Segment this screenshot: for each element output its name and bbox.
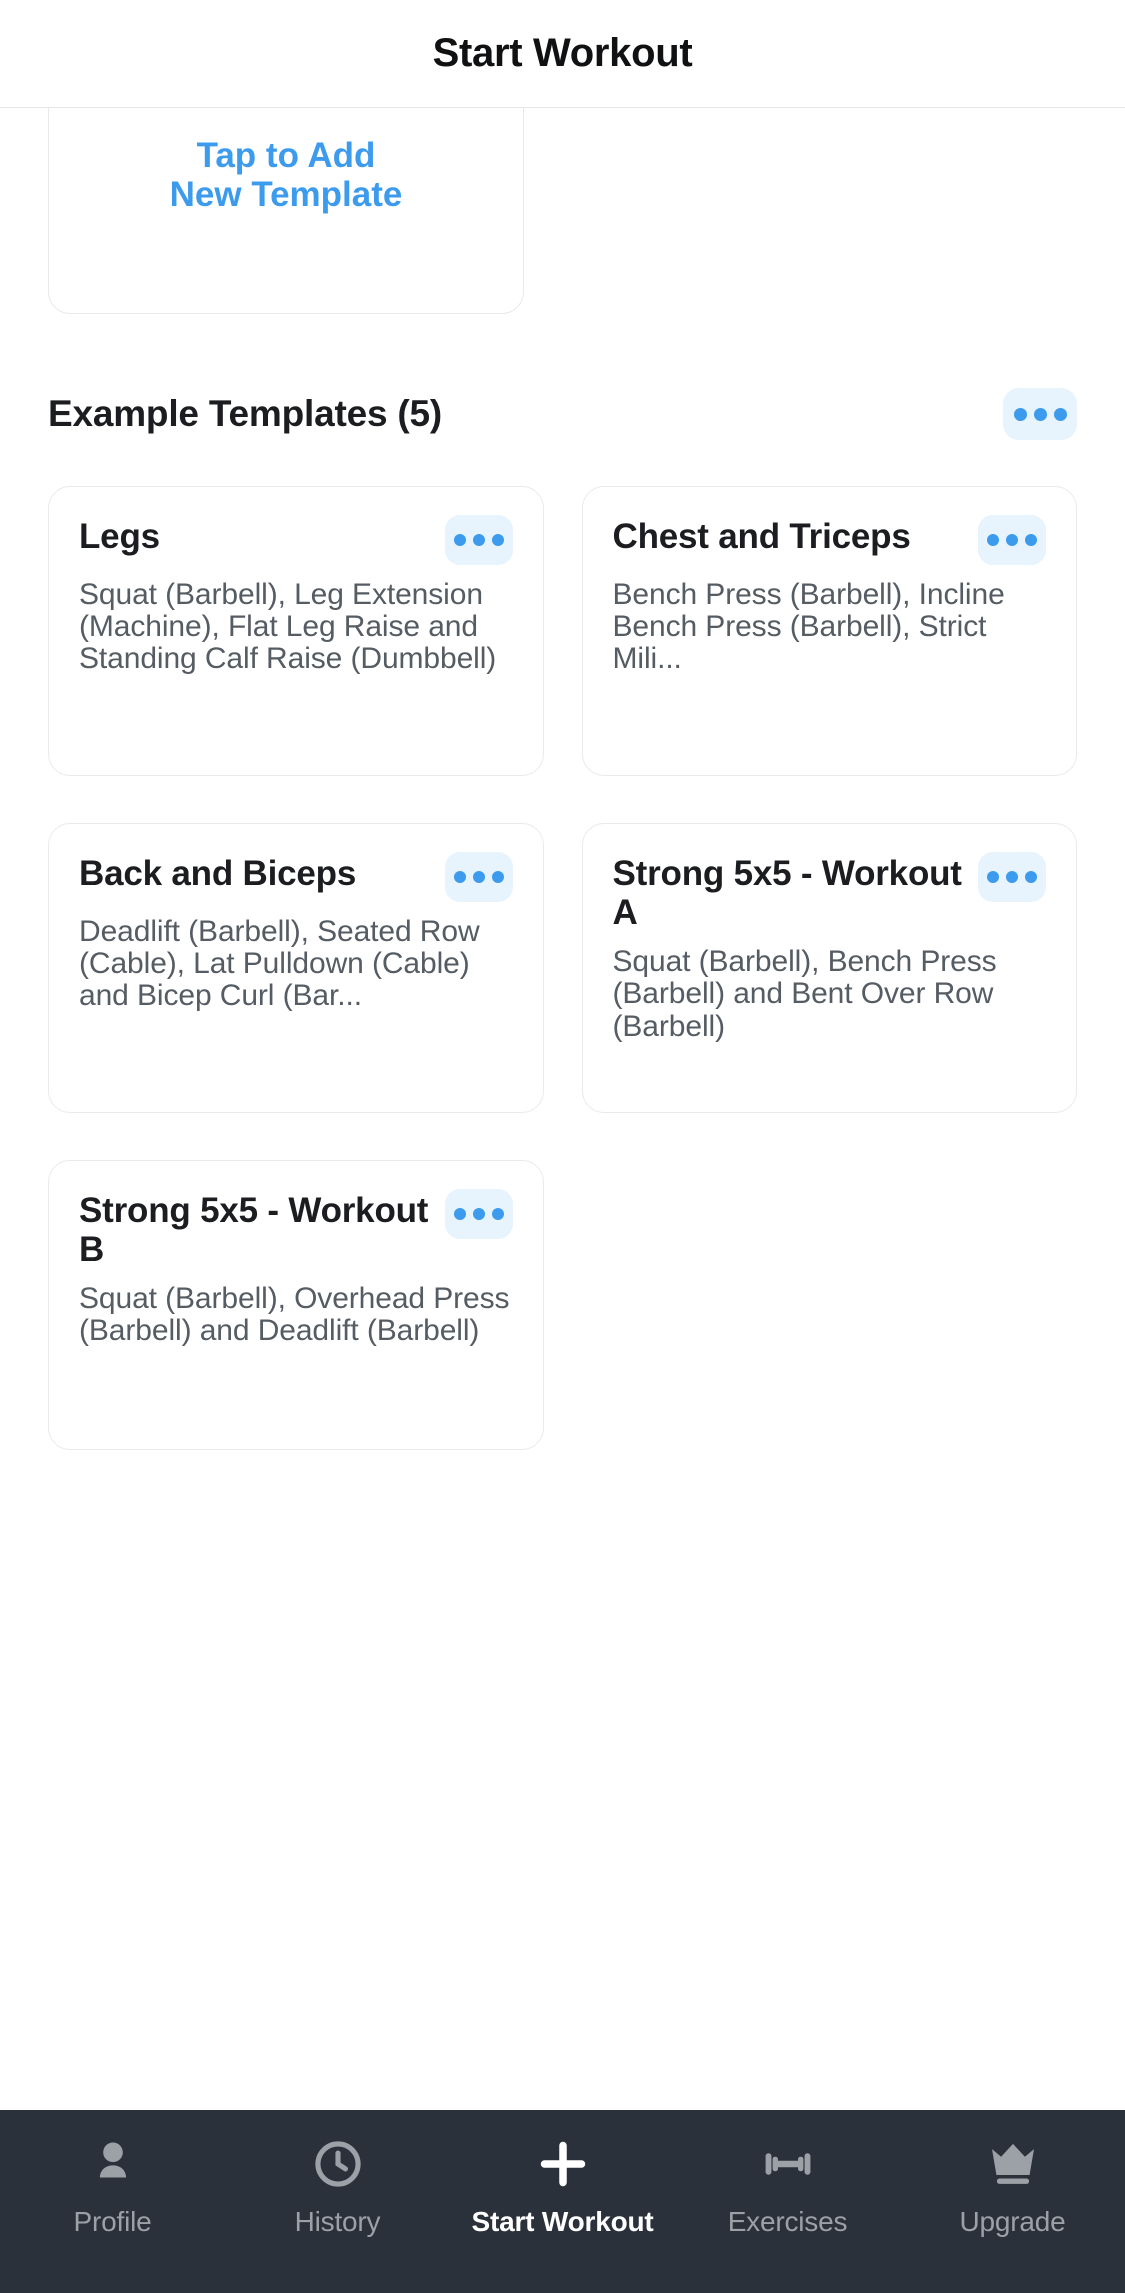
bottom-tab-bar: Profile History Start Workout Exercises … xyxy=(0,2110,1125,2293)
tab-upgrade[interactable]: Upgrade xyxy=(900,2132,1125,2238)
tab-label: History xyxy=(294,2206,381,2237)
template-name: Chest and Triceps xyxy=(612,517,911,556)
dot xyxy=(987,534,999,546)
template-exercises: Squat (Barbell), Bench Press (Barbell) a… xyxy=(612,945,997,1043)
template-card-header: Chest and Triceps xyxy=(612,515,1046,565)
template-exercises: Deadlift (Barbell), Seated Row (Cable), … xyxy=(79,915,480,1013)
dot xyxy=(453,1208,466,1220)
template-name: Strong 5x5 - Workout B xyxy=(79,1191,429,1270)
template-ellipsis-icon[interactable] xyxy=(978,515,1046,565)
dot xyxy=(491,871,504,883)
tab-exercises[interactable]: Exercises xyxy=(675,2132,900,2238)
dot xyxy=(453,871,466,883)
dumbbell-icon xyxy=(760,2132,816,2196)
template-card-strong-5x5-workout-b[interactable]: Strong 5x5 - Workout B Squat (Barbell), … xyxy=(48,1160,544,1450)
tab-label: Exercises xyxy=(727,2206,848,2237)
template-card-chest-and-triceps[interactable]: Chest and Triceps Bench Press (Barbell),… xyxy=(581,486,1077,776)
template-card-header: Strong 5x5 - Workout B xyxy=(79,1189,513,1269)
template-name: Back and Biceps xyxy=(79,854,357,893)
template-ellipsis-icon[interactable] xyxy=(444,1189,513,1239)
plus-icon xyxy=(533,2132,593,2196)
person-icon xyxy=(85,2132,141,2196)
template-card-legs[interactable]: Legs Squat (Barbell), Leg Extension (Mac… xyxy=(48,486,544,776)
tab-label: Start Workout xyxy=(471,2206,654,2237)
dot xyxy=(1033,407,1047,421)
templates-scroll-area[interactable]: Tap to Add New Template Example Template… xyxy=(0,108,1125,2110)
template-ellipsis-icon[interactable] xyxy=(444,852,513,902)
tab-label: Profile xyxy=(73,2206,152,2237)
section-ellipsis-icon[interactable] xyxy=(1003,388,1077,440)
dot xyxy=(1013,407,1027,421)
dot xyxy=(1025,871,1037,883)
start-workout-screen: Start Workout Tap to Add New Template Ex… xyxy=(0,0,1125,2293)
dot xyxy=(472,871,485,883)
add-new-template-card[interactable]: Tap to Add New Template xyxy=(48,108,524,314)
template-card-back-and-biceps[interactable]: Back and Biceps Deadlift (Barbell), Seat… xyxy=(48,823,544,1113)
template-ellipsis-icon[interactable] xyxy=(978,852,1046,902)
template-name: Legs xyxy=(79,517,160,556)
tab-label: Upgrade xyxy=(959,2206,1066,2237)
dot xyxy=(491,534,504,546)
dot xyxy=(472,534,485,546)
template-card-strong-5x5-workout-a[interactable]: Strong 5x5 - Workout A Squat (Barbell), … xyxy=(581,823,1077,1113)
dot xyxy=(472,1208,485,1220)
crown-icon xyxy=(985,2132,1041,2196)
dot xyxy=(1053,407,1067,421)
template-card-header: Back and Biceps xyxy=(79,852,513,902)
template-exercises: Bench Press (Barbell), Incline Bench Pre… xyxy=(612,578,1005,676)
template-exercises: Squat (Barbell), Leg Extension (Machine)… xyxy=(79,578,497,676)
template-grid: Legs Squat (Barbell), Leg Extension (Mac… xyxy=(48,486,1077,1450)
template-ellipsis-icon[interactable] xyxy=(444,515,513,565)
page-title: Start Workout xyxy=(432,31,693,75)
dot xyxy=(1025,534,1037,546)
add-new-template-label: Tap to Add New Template xyxy=(169,136,403,215)
dot xyxy=(453,534,466,546)
template-card-header: Strong 5x5 - Workout A xyxy=(612,852,1046,933)
tab-start-workout[interactable]: Start Workout xyxy=(450,2132,675,2238)
template-name: Strong 5x5 - Workout A xyxy=(612,854,962,933)
dot xyxy=(1006,534,1018,546)
template-exercises: Squat (Barbell), Overhead Press (Barbell… xyxy=(79,1282,510,1348)
tab-history[interactable]: History xyxy=(225,2132,450,2238)
section-title: Example Templates (5) xyxy=(48,393,443,434)
example-templates-header: Example Templates (5) xyxy=(48,386,1077,442)
dot xyxy=(1006,871,1018,883)
clock-icon xyxy=(310,2132,366,2196)
dot xyxy=(987,871,999,883)
tab-profile[interactable]: Profile xyxy=(0,2132,225,2238)
dot xyxy=(491,1208,504,1220)
nav-header: Start Workout xyxy=(0,0,1125,108)
template-card-header: Legs xyxy=(79,515,513,565)
